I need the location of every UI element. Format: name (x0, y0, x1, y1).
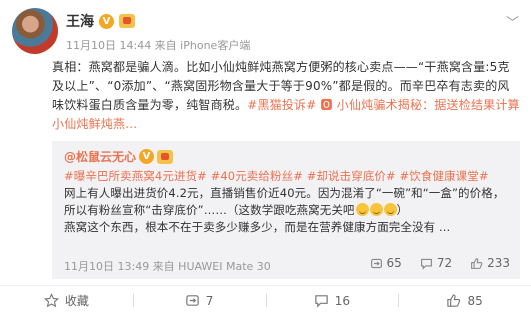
grin-emoji-icon (355, 203, 369, 216)
action-bar: 收藏 7 16 85 (0, 286, 531, 315)
repost-meta: 11月10日 13:49 来自 HUAWEI Mate 30 (64, 260, 271, 273)
repost-stats: 65 72 233 (370, 256, 510, 270)
repost-text-line: 燕窝这个东西，根本不在于卖多少赚多少，而是在营养健康方面完全没有 ... (64, 220, 451, 234)
hashtag-link[interactable]: #黑猫投诉# (247, 98, 316, 112)
avatar[interactable] (12, 8, 58, 54)
repost-text-line: 网上有人曝出进货价4.2元，直播销售价近40元。因为混淆了“一碗”和“一盒”的价… (64, 186, 505, 217)
repost-author[interactable]: @松鼠云无心 (64, 148, 136, 165)
verified-badge-icon: V (99, 13, 114, 29)
repost-comment-count: 72 (436, 256, 453, 270)
verified-badge-icon: V (139, 149, 155, 164)
repost-hashtags[interactable]: #曝辛巴所卖燕窝4元进货# #40元卖给粉丝# #却说击穿底价# #饮食健康课堂… (64, 169, 489, 183)
star-icon (43, 293, 59, 308)
favorite-button[interactable]: 收藏 (0, 286, 133, 315)
post-text: 真相：燕窝都是骗人滴。比如小仙炖鲜炖燕窝方便粥的核心卖点——“干燕窝含量:5克及… (52, 58, 520, 134)
repost-author-row: @松鼠云无心 V (64, 148, 514, 165)
forward-button[interactable]: 7 (132, 286, 266, 315)
author-row: 王海 V (66, 11, 135, 31)
like-count: 85 (467, 293, 483, 308)
grin-emoji-icon (383, 203, 397, 216)
repost-like-stat[interactable]: 233 (470, 256, 510, 270)
favorite-label: 收藏 (64, 294, 89, 308)
repost-icon (186, 295, 199, 306)
comment-icon (315, 295, 328, 308)
thumbs-up-icon (471, 257, 483, 269)
grin-emoji-icon (369, 203, 383, 216)
like-button[interactable]: 85 (398, 286, 531, 315)
repost-comment-stat[interactable]: 72 (420, 256, 452, 270)
repost-forward-stat[interactable]: 65 (370, 256, 402, 270)
repost-icon (370, 258, 382, 268)
repost-forward-count: 65 (386, 256, 402, 270)
comment-icon (420, 258, 432, 270)
thumbs-up-icon (447, 294, 461, 307)
repost-card[interactable]: @松鼠云无心 V #曝辛巴所卖燕窝4元进货# #40元卖给粉丝# #却说击穿底价… (52, 141, 520, 279)
post-meta: 11月10日 14:44 来自 iPhone客户端 (66, 39, 251, 52)
repost-text-close: ） (396, 203, 409, 217)
forward-count: 7 (205, 293, 214, 308)
author-name[interactable]: 王海 (66, 11, 94, 31)
fan-badge-icon (119, 14, 135, 28)
comment-count: 16 (334, 293, 351, 308)
fan-badge-icon (157, 149, 174, 164)
repost-like-count: 233 (487, 256, 510, 270)
comment-button[interactable]: 16 (265, 286, 399, 315)
repost-text: #曝辛巴所卖燕窝4元进货# #40元卖给粉丝# #却说击穿底价# #饮食健康课堂… (64, 168, 514, 236)
chevron-down-icon[interactable]: ﹀ (506, 12, 519, 31)
